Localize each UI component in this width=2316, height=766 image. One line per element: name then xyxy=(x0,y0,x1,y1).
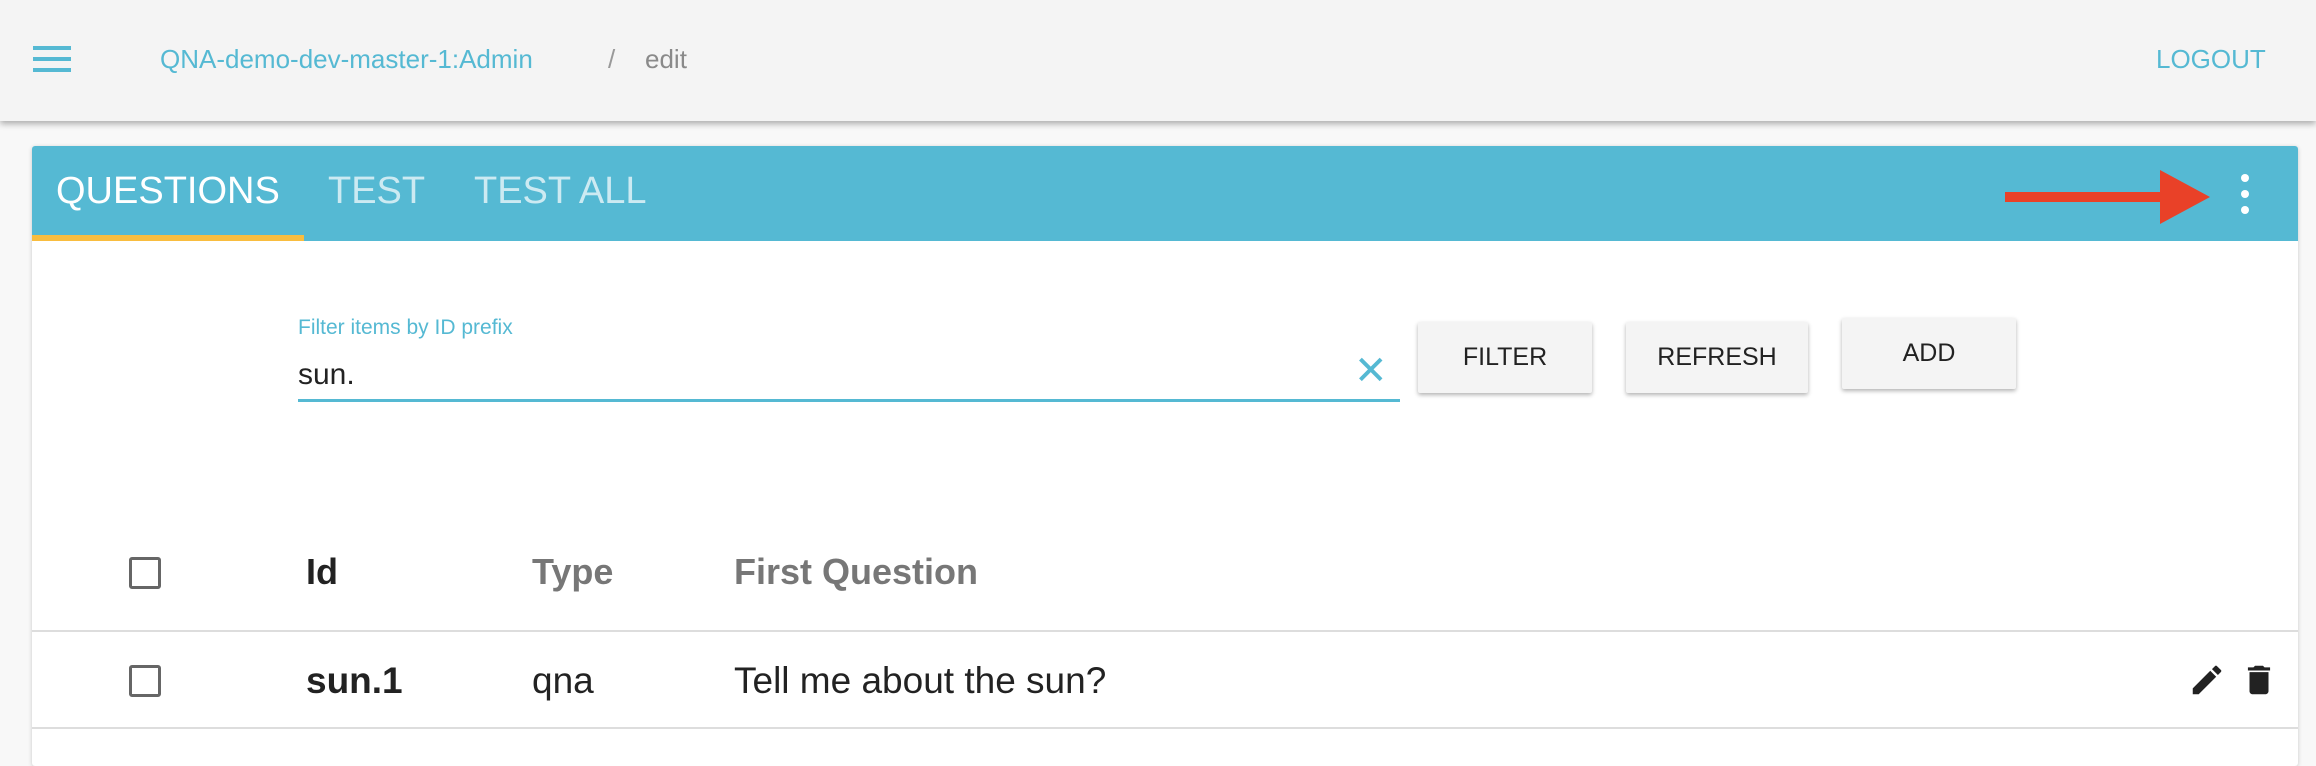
column-header-id[interactable]: Id xyxy=(306,551,338,593)
breadcrumb-app[interactable]: QNA-demo-dev-master-1:Admin xyxy=(160,44,533,75)
edit-pencil-icon[interactable] xyxy=(2188,661,2226,699)
row-checkbox[interactable] xyxy=(129,665,161,697)
filter-button[interactable]: FILTER xyxy=(1418,322,1592,393)
breadcrumb-current: edit xyxy=(645,44,687,74)
delete-trash-icon[interactable] xyxy=(2240,661,2278,699)
tab-bar: QUESTIONS TEST TEST ALL xyxy=(32,146,2298,241)
column-header-first-question[interactable]: First Question xyxy=(734,551,978,593)
filter-label: Filter items by ID prefix xyxy=(298,316,513,339)
questions-card: QUESTIONS TEST TEST ALL Filter items by … xyxy=(32,146,2298,766)
tab-questions[interactable]: QUESTIONS xyxy=(56,170,280,213)
close-icon[interactable]: ✕ xyxy=(1354,351,1388,391)
add-button[interactable]: ADD xyxy=(1842,318,2016,389)
refresh-button[interactable]: REFRESH xyxy=(1626,322,1808,393)
active-tab-indicator xyxy=(32,235,304,241)
row-divider xyxy=(32,727,2298,729)
row-first-question: Tell me about the sun? xyxy=(734,660,1107,701)
filter-input[interactable] xyxy=(298,350,1400,402)
row-type: qna xyxy=(532,660,594,701)
row-id[interactable]: sun.1 xyxy=(306,660,403,702)
annotation-arrow xyxy=(2005,170,2210,224)
app-header: QNA-demo-dev-master-1:Admin / edit LOGOU… xyxy=(0,0,2316,121)
column-header-type[interactable]: Type xyxy=(532,551,613,593)
select-all-checkbox[interactable] xyxy=(129,557,161,589)
header-divider xyxy=(32,630,2298,632)
breadcrumb-separator: / xyxy=(608,44,616,74)
menu-icon[interactable] xyxy=(33,46,71,72)
tab-test[interactable]: TEST xyxy=(328,170,425,213)
logout-button[interactable]: LOGOUT xyxy=(2156,44,2266,75)
more-vert-icon[interactable] xyxy=(2237,174,2253,214)
tab-test-all[interactable]: TEST ALL xyxy=(474,170,647,213)
